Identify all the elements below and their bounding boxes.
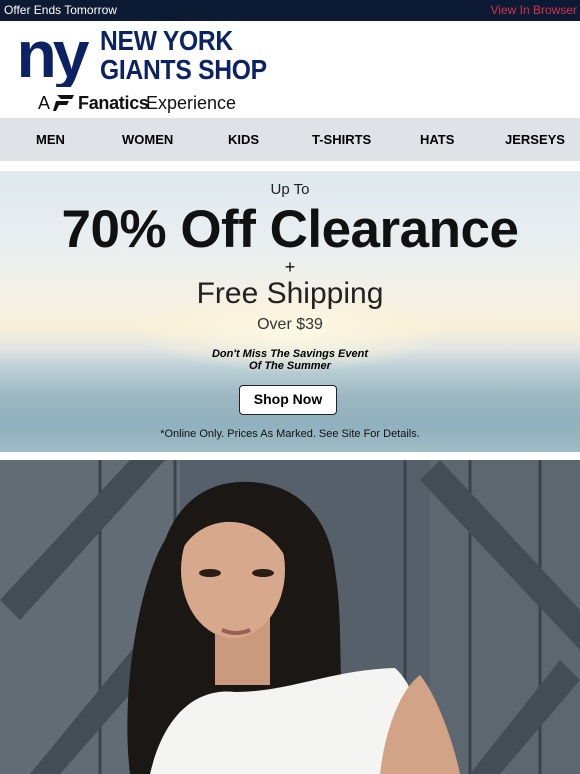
tagline-brand: Fanatics	[78, 93, 149, 113]
hero-plus: +	[284, 257, 296, 277]
hero-subline-2: Of The Summer	[249, 360, 331, 372]
hero-free-shipping: Free Shipping	[196, 277, 384, 310]
nav-item-kids[interactable]: KIDS	[228, 132, 259, 147]
nav-item-t-shirts[interactable]: T-SHIRTS	[312, 132, 371, 147]
fanatics-flag-icon	[53, 95, 74, 111]
tagline-experience: Experience	[146, 93, 237, 113]
view-in-browser-link[interactable]: View In Browser	[491, 3, 577, 17]
top-bar: Offer Ends Tomorrow View In Browser	[0, 0, 580, 21]
hero-over-amount: Over $39	[257, 316, 323, 333]
hero-fine-print: *Online Only. Prices As Marked. See Site…	[160, 428, 420, 440]
header-logo-area: ny NEW YORK GIANTS SHOP A Fanatics Exper…	[0, 21, 580, 118]
tagline-a: A	[38, 93, 51, 113]
giants-ny-logo[interactable]: ny	[12, 25, 90, 87]
shop-now-button[interactable]: Shop Now	[239, 385, 337, 415]
hero-headline: 70% Off Clearance	[61, 200, 519, 259]
hero-up-to: Up To	[270, 181, 310, 198]
nav-item-women[interactable]: WOMEN	[122, 132, 173, 147]
nav-item-men[interactable]: MEN	[36, 132, 65, 147]
nav-item-jerseys[interactable]: JERSEYS	[505, 132, 565, 147]
category-nav: MEN WOMEN KIDS T-SHIRTS HATS JERSEYS	[0, 118, 580, 161]
nav-item-hats[interactable]: HATS	[420, 132, 454, 147]
logo-letters: ny	[16, 25, 89, 87]
model-photo[interactable]	[0, 460, 580, 774]
shop-name-line2: GIANTS SHOP	[100, 54, 267, 85]
shop-name-line1: NEW YORK	[100, 25, 233, 56]
hero-subline-1: Don't Miss The Savings Event	[211, 348, 369, 360]
offer-text: Offer Ends Tomorrow	[4, 3, 117, 17]
model-photo-illustration	[0, 460, 580, 774]
clearance-hero-banner[interactable]: Up To 70% Off Clearance + Free Shipping …	[0, 171, 580, 452]
shop-name[interactable]: NEW YORK GIANTS SHOP	[100, 26, 267, 84]
